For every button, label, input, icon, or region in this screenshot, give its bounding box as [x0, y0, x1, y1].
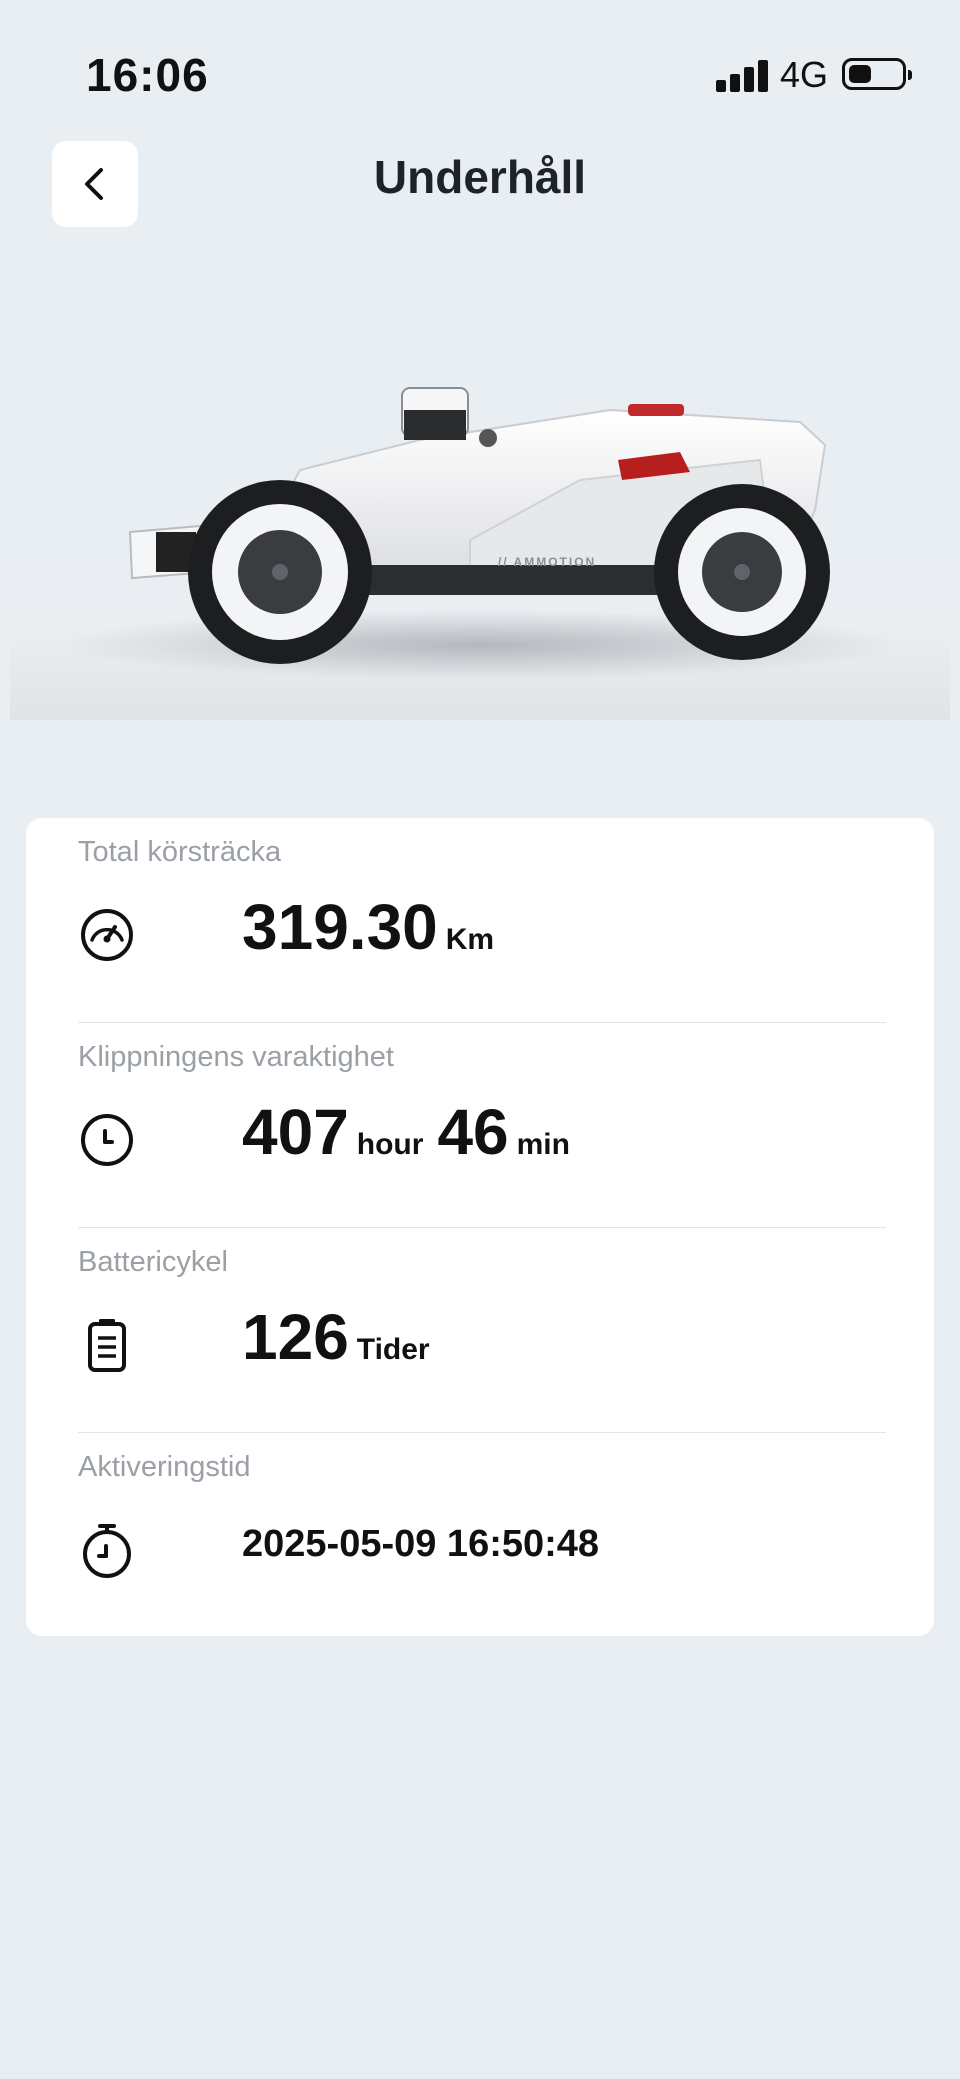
stat-value: 407 hour 46 min: [242, 1095, 584, 1169]
maintenance-stats-card: Total körsträcka 319.30 Km Klippningens v…: [26, 818, 934, 1636]
stat-total-distance: Total körsträcka 319.30 Km: [78, 818, 886, 1023]
clock-icon: [81, 1114, 133, 1166]
brand-logo: // AMMOTION: [498, 555, 596, 569]
duration-hours: 407: [242, 1096, 349, 1168]
stat-activation-time: Aktiveringstid 2025-05-09 16:50:48: [78, 1433, 886, 1638]
battery-icon: [88, 1319, 126, 1372]
signal-icon: [716, 60, 768, 92]
activation-datetime: 2025-05-09 16:50:48: [242, 1523, 600, 1565]
stat-label: Klippningens varaktighet: [78, 1041, 394, 1073]
stat-label: Battericykel: [78, 1246, 228, 1278]
status-bar: 16:06 4G: [0, 0, 960, 140]
distance-value: 319.30: [242, 891, 438, 963]
duration-minutes: 46: [437, 1096, 509, 1168]
status-time: 16:06: [86, 49, 209, 101]
stat-value: 319.30 Km: [242, 890, 508, 964]
page-title: Underhåll: [373, 151, 587, 203]
stat-value: 126 Tider: [242, 1300, 444, 1374]
stat-mowing-duration: Klippningens varaktighet 407 hour 46 min: [78, 1023, 886, 1228]
stopwatch-icon: [83, 1524, 131, 1578]
speedometer-icon: [81, 909, 133, 961]
stat-battery-cycles: Battericykel 126 Tider: [78, 1228, 886, 1433]
mower-image: // AMMOTION: [10, 387, 950, 720]
stat-label: Aktiveringstid: [78, 1451, 251, 1483]
battery-cycles-unit: Tider: [356, 1333, 430, 1366]
battery-status-icon: [842, 58, 912, 90]
network-type: 4G: [780, 54, 829, 95]
hours-unit: hour: [356, 1128, 424, 1161]
stat-value: 2025-05-09 16:50:48: [242, 1505, 599, 1565]
distance-unit: Km: [445, 923, 495, 956]
stat-label: Total körsträcka: [78, 836, 282, 868]
minutes-unit: min: [516, 1128, 570, 1161]
battery-cycles-value: 126: [242, 1301, 349, 1373]
